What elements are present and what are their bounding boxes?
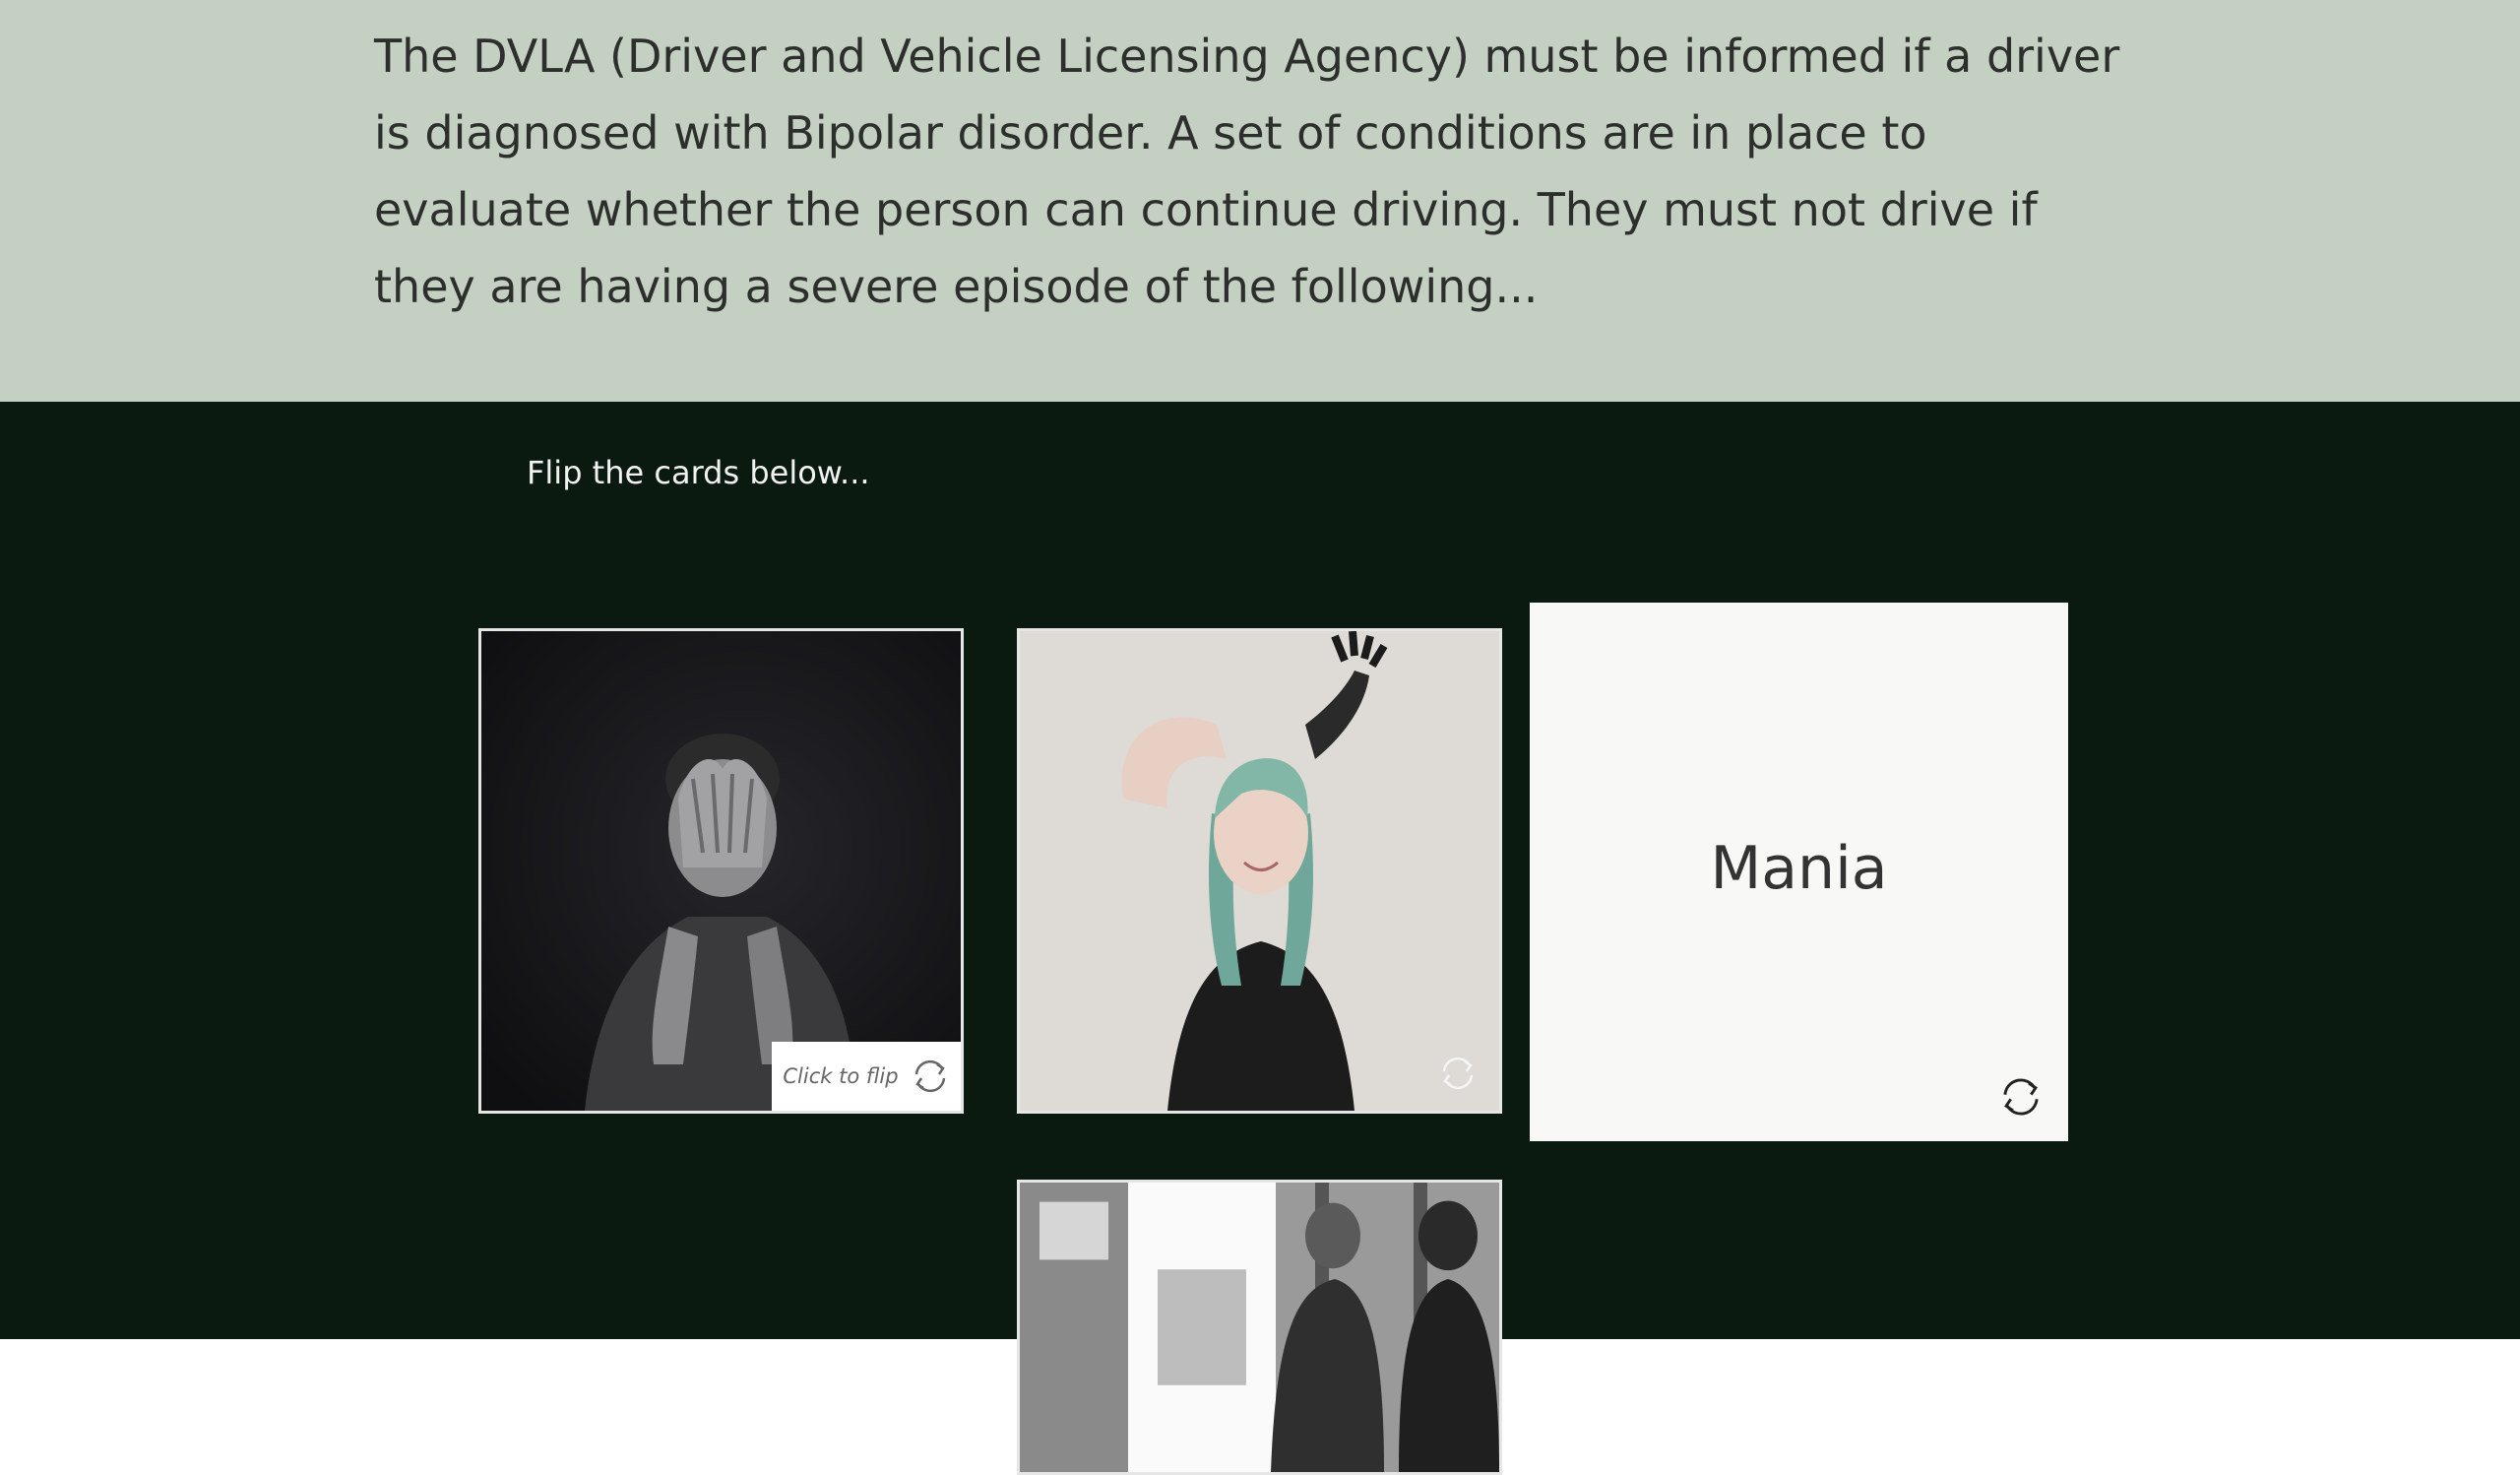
intro-section: The DVLA (Driver and Vehicle Licensing A… (0, 0, 2520, 402)
flip-card-3[interactable]: Mania (1530, 603, 2068, 1141)
intro-paragraph: The DVLA (Driver and Vehicle Licensing A… (374, 30, 2120, 313)
flip-card-4[interactable] (1017, 1180, 1502, 1475)
flip-instruction: Flip the cards below... (527, 454, 870, 491)
flip-icon[interactable] (1998, 1074, 2044, 1120)
flip-cards-section: Flip the cards below... Click to flip Ma… (0, 402, 2520, 1475)
flip-icon[interactable] (1438, 1054, 1478, 1093)
flip-hint[interactable]: Click to flip (772, 1042, 961, 1111)
flip-hint-label: Click to flip (783, 1064, 899, 1088)
card-4-image (1020, 1183, 1499, 1472)
flip-card-1[interactable]: Click to flip (478, 628, 964, 1114)
card-2-image (1020, 631, 1499, 1111)
flip-icon (911, 1057, 950, 1096)
card-title: Mania (1710, 834, 1888, 903)
card-1-image (481, 631, 961, 1111)
flip-card-2[interactable] (1017, 628, 1502, 1114)
